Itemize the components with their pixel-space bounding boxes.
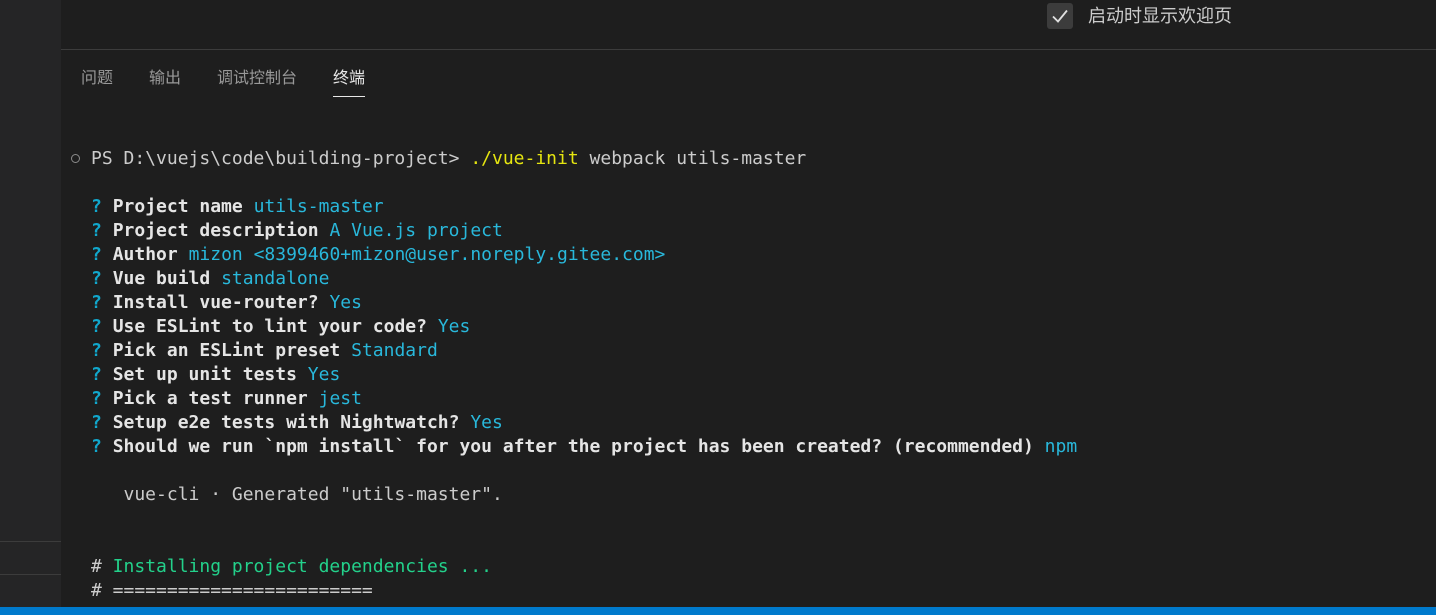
- question-mark: ?: [91, 364, 102, 385]
- tab-terminal[interactable]: 终端: [333, 65, 366, 97]
- question-answer: mizon <8399460+mizon@user.noreply.gitee.…: [188, 244, 666, 265]
- installing-hash: #: [91, 556, 102, 577]
- question-answer: npm: [1044, 436, 1078, 457]
- question-answer: Standard: [351, 340, 438, 361]
- question-answer: standalone: [221, 268, 330, 289]
- bottom-panel: 问题 输出 调试控制台 终端 PS D:\vuejs\code\building…: [61, 51, 1436, 607]
- separator-line: # ========================: [91, 580, 373, 601]
- question-mark: ?: [91, 292, 102, 313]
- question-answer: jest: [318, 388, 362, 409]
- question-mark: ?: [91, 436, 102, 457]
- question-prompt: Vue build: [112, 268, 211, 289]
- tab-problems[interactable]: 问题: [81, 65, 113, 97]
- terminal-prompt: PS D:\vuejs\code\building-project>: [91, 148, 460, 169]
- question-mark: ?: [91, 388, 102, 409]
- tab-output[interactable]: 输出: [149, 65, 181, 97]
- question-answer: Yes: [329, 292, 362, 313]
- tab-debug-console[interactable]: 调试控制台: [217, 65, 297, 97]
- generated-line: vue-cli · Generated "utils-master".: [91, 484, 503, 505]
- question-prompt: Should we run `npm install` for you afte…: [112, 436, 1034, 457]
- question-prompt: Author: [112, 244, 178, 265]
- question-prompt: Pick an ESLint preset: [112, 340, 341, 361]
- question-mark: ?: [91, 220, 102, 241]
- question-prompt: Install vue-router?: [112, 292, 319, 313]
- activity-sidebar-strip: [0, 0, 61, 615]
- question-prompt: Project description: [112, 220, 319, 241]
- question-answer: A Vue.js project: [329, 220, 503, 241]
- question-prompt: Project name: [112, 196, 243, 217]
- terminal-command-exec: ./vue-init: [470, 148, 579, 169]
- question-mark: ?: [91, 340, 102, 361]
- show-welcome-on-startup-label: 启动时显示欢迎页: [1088, 6, 1232, 27]
- question-prompt: Use ESLint to lint your code?: [112, 316, 427, 337]
- question-prompt: Setup e2e tests with Nightwatch?: [112, 412, 460, 433]
- terminal-question-line: ? Set up unit tests Yes: [91, 363, 340, 387]
- terminal-question-line: ? Install vue-router? Yes: [91, 291, 362, 315]
- terminal-question-line: ? Project name utils-master: [91, 195, 384, 219]
- terminal-question-line: ? Should we run `npm install` for you af…: [91, 435, 1077, 459]
- terminal-command-args: webpack utils-master: [578, 148, 807, 169]
- checkmark-icon: [1052, 9, 1068, 23]
- terminal-question-line: ? Use ESLint to lint your code? Yes: [91, 315, 470, 339]
- panel-tab-bar: 问题 输出 调试控制台 终端: [81, 65, 401, 99]
- sidebar-divider: [0, 541, 61, 542]
- question-mark: ?: [91, 244, 102, 265]
- terminal-question-line: ? Setup e2e tests with Nightwatch? Yes: [91, 411, 503, 435]
- question-answer: Yes: [437, 316, 471, 337]
- terminal-output[interactable]: PS D:\vuejs\code\building-project> ./vue…: [61, 147, 1436, 607]
- question-mark: ?: [91, 196, 102, 217]
- question-mark: ?: [91, 268, 102, 289]
- question-answer: utils-master: [253, 196, 384, 217]
- installing-text: Installing project dependencies ...: [101, 556, 492, 577]
- question-prompt: Pick a test runner: [112, 388, 308, 409]
- terminal-question-line: ? Project description A Vue.js project: [91, 219, 503, 243]
- sidebar-divider: [0, 574, 61, 575]
- show-welcome-on-startup-checkbox[interactable]: [1047, 3, 1073, 29]
- installing-line: # Installing project dependencies ...: [91, 555, 492, 579]
- terminal-question-line: ? Author mizon <8399460+mizon@user.norep…: [91, 243, 665, 267]
- status-bar: [0, 607, 1436, 615]
- terminal-question-line: ? Pick a test runner jest: [91, 387, 362, 411]
- question-answer: Yes: [307, 364, 341, 385]
- terminal-question-line: ? Vue build standalone: [91, 267, 329, 291]
- question-answer: Yes: [470, 412, 503, 433]
- terminal-command-line: PS D:\vuejs\code\building-project> ./vue…: [91, 147, 806, 171]
- question-prompt: Set up unit tests: [112, 364, 297, 385]
- question-mark: ?: [91, 316, 102, 337]
- question-mark: ?: [91, 412, 102, 433]
- welcome-page-area: 启动时显示欢迎页: [61, 0, 1436, 50]
- command-decoration-circle-icon[interactable]: [71, 154, 80, 163]
- terminal-question-line: ? Pick an ESLint preset Standard: [91, 339, 438, 363]
